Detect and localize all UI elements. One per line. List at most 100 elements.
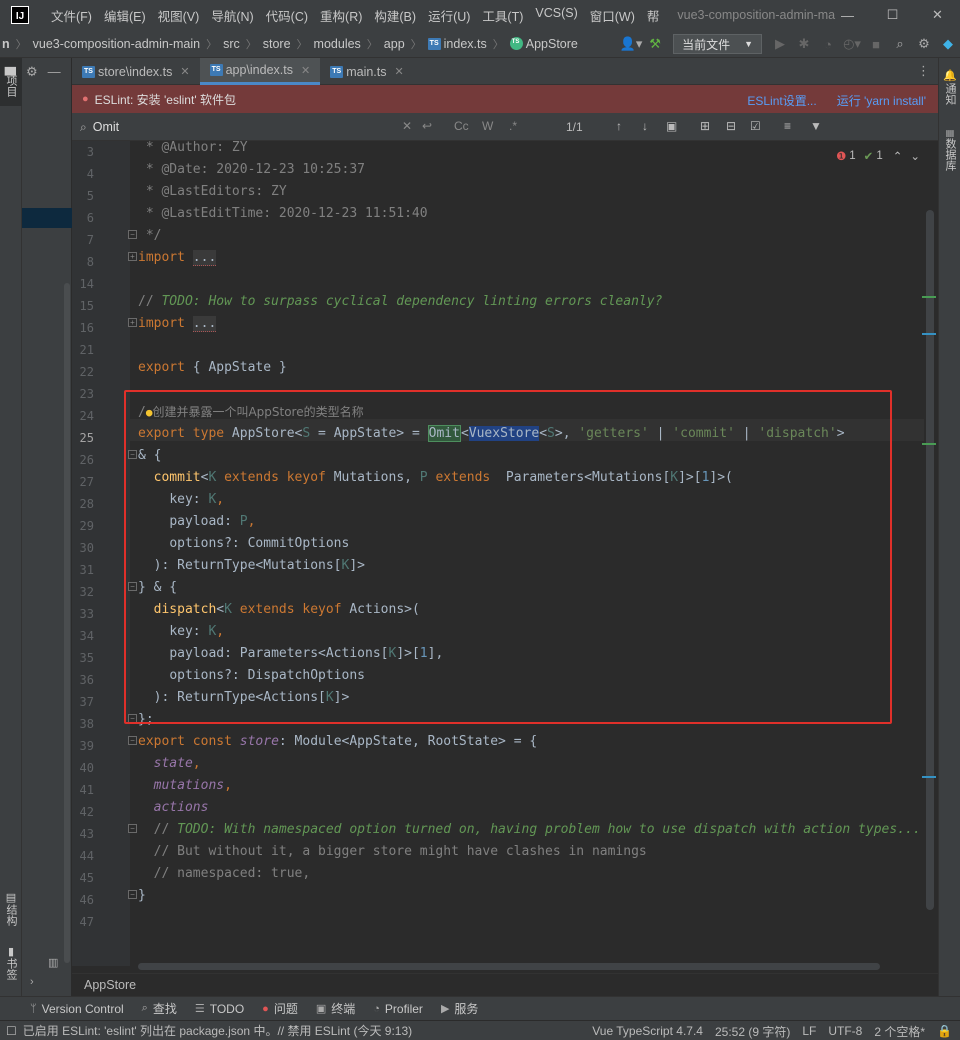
tool-todo[interactable]: ☰ TODO: [195, 1002, 244, 1016]
regex-toggle[interactable]: .*: [509, 119, 517, 133]
status-message[interactable]: 已启用 ESLint: 'eslint' 列出在 package.json 中。…: [23, 1022, 412, 1039]
tab-app-index[interactable]: TS app\index.ts ✕: [199, 58, 321, 85]
breadcrumb-src[interactable]: src: [223, 37, 240, 51]
next-match-icon[interactable]: ↓: [642, 119, 648, 133]
fold-marker-icon[interactable]: −: [128, 714, 137, 723]
previous-match-icon[interactable]: ↑: [616, 119, 622, 133]
breadcrumb-symbol[interactable]: AppStore: [509, 37, 578, 51]
settings-gear-icon[interactable]: ⚙: [26, 64, 38, 80]
menu-file[interactable]: 文件(F): [45, 6, 98, 25]
lock-icon[interactable]: 🔒: [937, 1024, 952, 1038]
fold-marker-icon[interactable]: −: [128, 230, 137, 239]
menu-navigate[interactable]: 导航(N): [205, 6, 259, 25]
menu-code[interactable]: 代码(C): [260, 6, 314, 25]
match-case-toggle[interactable]: Cc: [454, 119, 469, 133]
fold-marker-icon[interactable]: −: [128, 736, 137, 745]
remove-occurrence-icon[interactable]: ⊟: [726, 119, 736, 133]
fold-marker-icon[interactable]: −: [128, 582, 137, 591]
menu-vcs[interactable]: VCS(S): [529, 6, 583, 25]
code-area[interactable]: 3 4 5 6 7 8 14 15 16 21 22 23 24 25 26 2…: [72, 141, 938, 966]
layout-toggle-icon[interactable]: ☐: [6, 1024, 17, 1038]
notifications-tool-tab[interactable]: 🔔 通知: [939, 62, 960, 112]
select-all-occurrences-icon[interactable]: ▣: [666, 119, 677, 133]
change-marker[interactable]: [922, 443, 936, 445]
file-encoding[interactable]: UTF-8: [828, 1024, 862, 1038]
stop-icon[interactable]: ■: [864, 37, 888, 52]
menu-view[interactable]: 视图(V): [152, 6, 206, 25]
language-service[interactable]: Vue TypeScript 4.7.4: [592, 1024, 703, 1038]
structure-tool-tab[interactable]: ▤ 结构: [0, 884, 22, 932]
close-tab-icon[interactable]: ✕: [180, 65, 189, 78]
line-separator[interactable]: LF: [802, 1024, 816, 1038]
tool-profiler[interactable]: ◔ Profiler: [373, 1002, 423, 1016]
select-occurrences-icon[interactable]: ☑: [750, 119, 761, 133]
minimize-icon[interactable]: —: [825, 0, 870, 30]
breadcrumb-app[interactable]: app: [384, 37, 405, 51]
folded-region[interactable]: ...: [192, 316, 217, 332]
tool-version-control[interactable]: ᛘ Version Control: [30, 1002, 124, 1016]
code-breadcrumb[interactable]: AppStore: [72, 973, 938, 996]
change-marker[interactable]: [922, 296, 936, 298]
coverage-icon[interactable]: ◔: [816, 37, 840, 52]
debug-icon[interactable]: ✱: [792, 36, 816, 52]
settings-gear-icon[interactable]: ⚙: [912, 36, 936, 52]
minimize-panel-icon[interactable]: —: [48, 64, 61, 79]
clear-search-icon[interactable]: ✕: [402, 119, 412, 133]
database-tool-tab[interactable]: ≣ 数据库: [939, 120, 960, 180]
more-options-icon[interactable]: ⋮: [917, 63, 930, 79]
add-occurrence-icon[interactable]: ⊞: [700, 119, 710, 133]
intellij-logo-icon[interactable]: IJ: [11, 6, 29, 24]
menu-edit[interactable]: 编辑(E): [98, 6, 152, 25]
tool-services[interactable]: ▶ 服务: [441, 1000, 478, 1017]
change-marker[interactable]: [922, 776, 936, 778]
tool-problems[interactable]: ● 问题: [262, 1000, 298, 1017]
whole-word-toggle[interactable]: W: [482, 119, 493, 133]
tab-main[interactable]: TS main.ts ✕: [320, 58, 414, 85]
menu-build[interactable]: 构建(B): [368, 6, 422, 25]
in-selection-icon[interactable]: ≡: [784, 119, 791, 133]
chevron-right-icon[interactable]: ›: [22, 976, 72, 996]
close-tab-icon[interactable]: ✕: [301, 64, 310, 77]
run-configuration-select[interactable]: 当前文件 ▼: [673, 34, 762, 54]
menu-window[interactable]: 窗口(W): [584, 6, 641, 25]
tab-store-index[interactable]: TS store\index.ts ✕: [72, 58, 200, 85]
build-hammer-icon[interactable]: ⚒: [643, 36, 667, 52]
fold-marker-icon[interactable]: −: [128, 450, 137, 459]
close-icon[interactable]: ✕: [915, 0, 960, 30]
run-icon[interactable]: ▶: [768, 36, 792, 52]
search-everywhere-icon[interactable]: ⌕: [888, 36, 912, 52]
project-panel-scrollbar[interactable]: [64, 283, 70, 963]
external-libraries-icon[interactable]: ▥: [22, 956, 72, 976]
breadcrumb-file[interactable]: TS index.ts: [427, 37, 487, 51]
eslint-settings-link[interactable]: ESLint设置...: [747, 92, 816, 109]
indent-setting[interactable]: 2 个空格*: [874, 1023, 925, 1040]
close-tab-icon[interactable]: ✕: [395, 65, 404, 78]
menu-help[interactable]: 帮: [641, 6, 666, 25]
tool-find[interactable]: ⌕ 查找: [142, 1000, 177, 1017]
editor-vertical-scrollbar[interactable]: [926, 210, 934, 910]
breadcrumb-modules[interactable]: modules: [314, 37, 361, 51]
search-history-icon[interactable]: ↩: [422, 119, 432, 133]
search-icon[interactable]: ⌕: [80, 120, 87, 135]
menu-refactor[interactable]: 重构(R): [314, 6, 368, 25]
tool-terminal[interactable]: ▣ 终端: [316, 1000, 355, 1017]
user-icon[interactable]: 👤▾: [619, 36, 643, 52]
menu-tools[interactable]: 工具(T): [476, 6, 529, 25]
change-marker[interactable]: [922, 333, 936, 335]
bookmarks-tool-tab[interactable]: ▮ 书签: [0, 938, 22, 986]
selected-tree-row[interactable]: [22, 208, 72, 228]
breadcrumb-store[interactable]: store: [263, 37, 291, 51]
toolbox-icon[interactable]: ◆: [936, 36, 960, 52]
fold-marker-icon[interactable]: −: [128, 890, 137, 899]
find-input[interactable]: [92, 120, 383, 134]
editor-horizontal-scrollbar[interactable]: [138, 963, 880, 970]
menu-run[interactable]: 运行(U): [422, 6, 476, 25]
breadcrumb-root[interactable]: n: [2, 37, 10, 51]
fold-marker-icon[interactable]: −: [128, 824, 137, 833]
breadcrumb-project[interactable]: vue3-composition-admin-main: [33, 37, 200, 51]
filter-icon[interactable]: ▼: [810, 119, 822, 133]
project-tool-tab[interactable]: ▇ 项目: [0, 58, 22, 106]
caret-position[interactable]: 25:52 (9 字符): [715, 1023, 790, 1040]
fold-marker-icon[interactable]: +: [128, 252, 137, 261]
run-yarn-install-link[interactable]: 运行 'yarn install': [837, 92, 926, 109]
